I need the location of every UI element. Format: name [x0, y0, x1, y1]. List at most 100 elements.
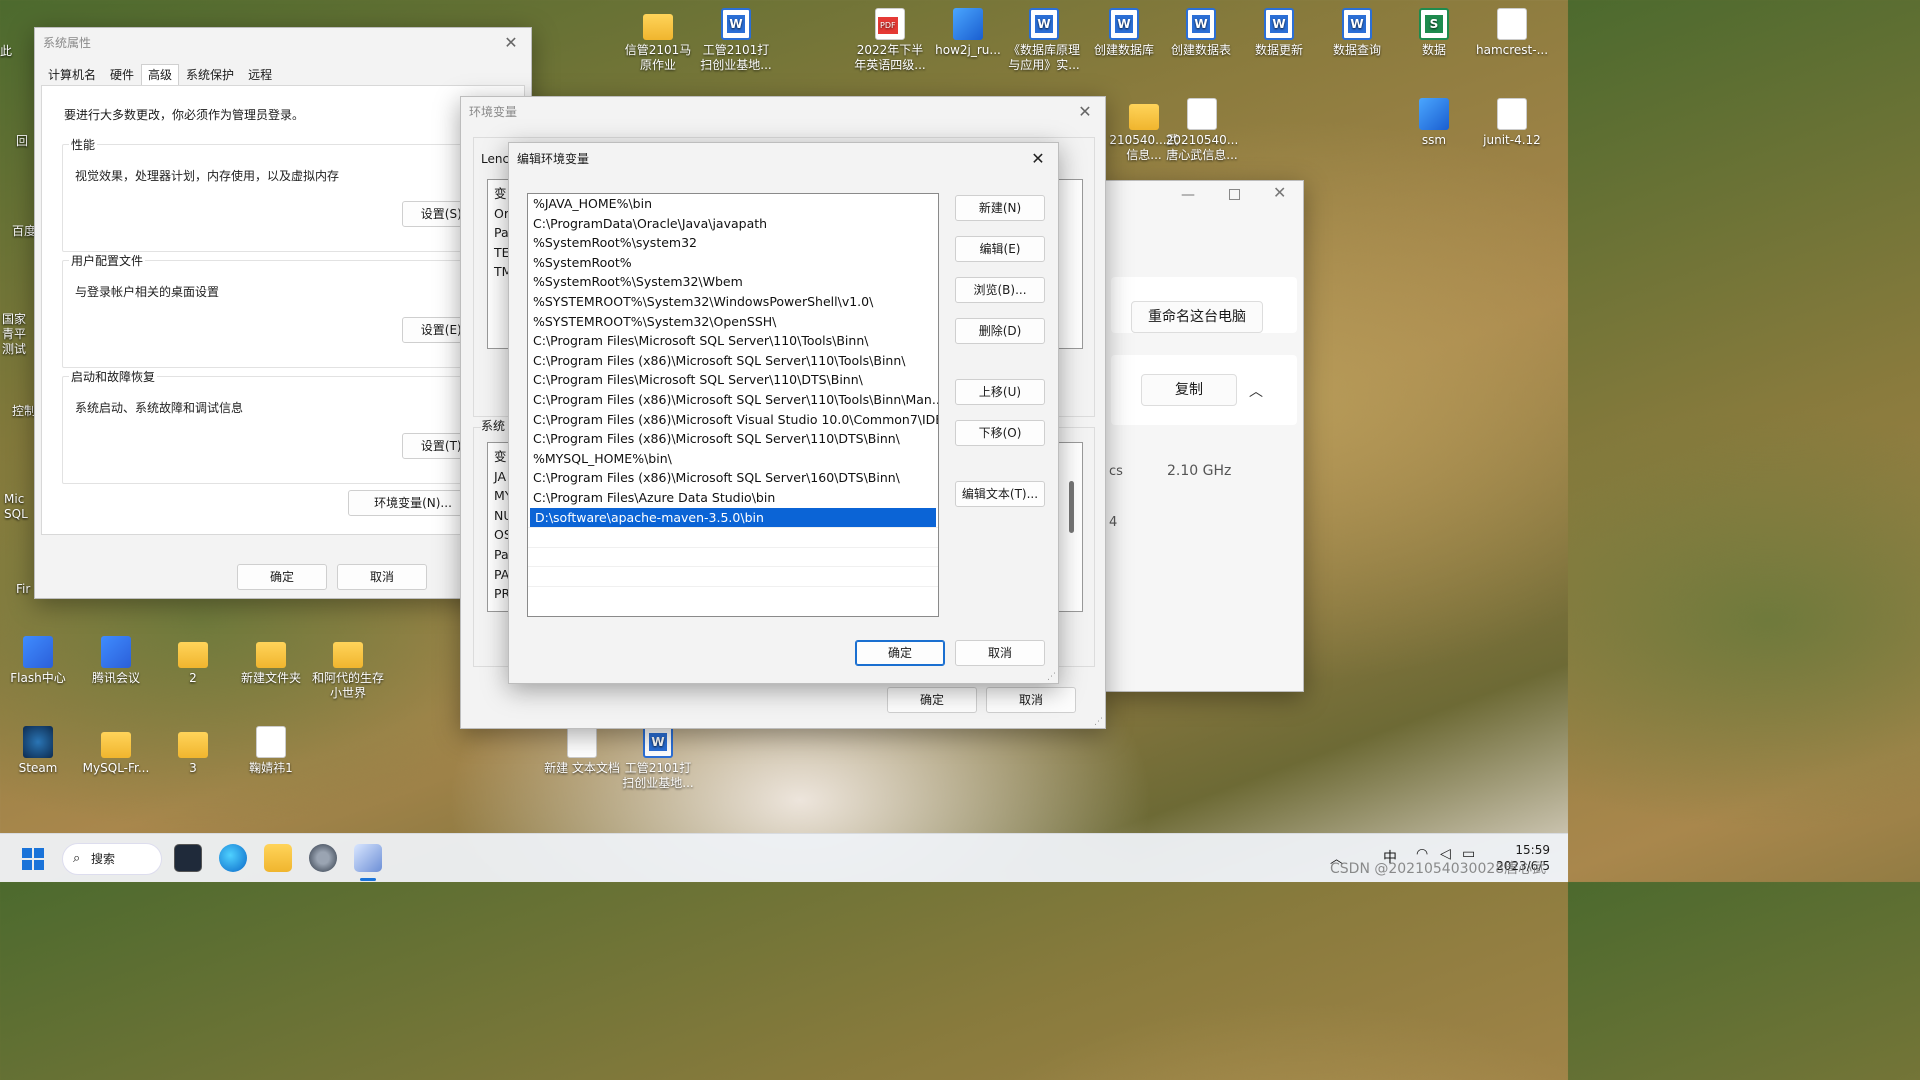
start-button[interactable]: [22, 848, 44, 870]
environment-variables-button[interactable]: 环境变量(N)...: [348, 490, 478, 516]
desktop-icon-label-partial[interactable]: Mic SQL: [4, 492, 34, 522]
minimize-icon[interactable]: —: [1181, 187, 1195, 203]
path-entry[interactable]: %MYSQL_HOME%\bin\: [528, 449, 938, 469]
desktop-icon-doc[interactable]: 数据更新: [1241, 8, 1317, 58]
path-entry[interactable]: C:\Program Files (x86)\Microsoft SQL Ser…: [528, 390, 938, 410]
desktop-icon-app[interactable]: how2j_ru...: [930, 8, 1006, 58]
title-bar[interactable]: 系统属性 ✕: [35, 28, 531, 58]
desktop-icon-doc[interactable]: 创建数据表: [1163, 8, 1239, 58]
path-entry[interactable]: C:\Program Files (x86)\Microsoft SQL Ser…: [528, 468, 938, 488]
desktop-icon-doc[interactable]: 创建数据库: [1086, 8, 1162, 58]
ok-button[interactable]: 确定: [855, 640, 945, 666]
word-doc-icon: [1264, 8, 1294, 40]
desktop-icon-text[interactable]: 新建 文本文档: [544, 726, 620, 776]
system-properties-app-icon[interactable]: [354, 844, 382, 872]
path-entries-list[interactable]: %JAVA_HOME%\bin C:\ProgramData\Oracle\Jav…: [527, 193, 939, 617]
desktop-icon-label-partial[interactable]: 百度: [12, 222, 36, 239]
desktop-icon-folder[interactable]: 信管2101马原作业: [620, 8, 696, 73]
ok-button[interactable]: 确定: [887, 687, 977, 713]
tab-remote[interactable]: 远程: [241, 64, 279, 86]
settings-gear-icon[interactable]: [309, 844, 337, 872]
delete-entry-button[interactable]: 删除(D): [955, 318, 1045, 344]
desktop-icon-file[interactable]: 20210540...唐心武信息...: [1164, 98, 1240, 163]
empty-row[interactable]: [528, 527, 938, 547]
tab-system-protection[interactable]: 系统保护: [179, 64, 241, 86]
path-entry[interactable]: C:\ProgramData\Oracle\Java\javapath: [528, 214, 938, 234]
flash-center-icon: [23, 636, 53, 668]
desktop-icon-pdf[interactable]: 2022年下半年英语四级...: [852, 8, 928, 73]
empty-row[interactable]: [528, 585, 938, 606]
tab-advanced[interactable]: 高级: [141, 64, 180, 86]
pdf-icon: [875, 8, 905, 40]
desktop-icon-label-partial[interactable]: 控制: [12, 402, 36, 419]
tab-computer-name[interactable]: 计算机名: [41, 64, 103, 86]
resize-grip-icon[interactable]: ⋰: [1047, 672, 1056, 682]
desktop-icon-doc[interactable]: 《数据库原理与应用》实...: [1006, 8, 1082, 73]
desktop-icon-meeting[interactable]: 腾讯会议: [78, 636, 154, 686]
desktop-icon-label-partial[interactable]: 国家青平测试: [2, 312, 34, 357]
close-icon[interactable]: ✕: [1273, 183, 1286, 202]
copy-button[interactable]: 复制: [1141, 374, 1237, 406]
terminal-app-icon[interactable]: [174, 844, 202, 872]
desktop-icon-app[interactable]: ssm: [1396, 98, 1472, 148]
path-entry[interactable]: C:\Program Files (x86)\Microsoft SQL Ser…: [528, 429, 938, 449]
cancel-button[interactable]: 取消: [986, 687, 1076, 713]
scrollbar-thumb[interactable]: [1069, 481, 1074, 533]
cancel-button[interactable]: 取消: [337, 564, 427, 590]
desktop-icon-flash[interactable]: Flash中心: [0, 636, 76, 686]
path-entry[interactable]: C:\Program Files (x86)\Microsoft Visual …: [528, 410, 938, 430]
desktop-icon-mysql[interactable]: MySQL-Fr...: [78, 726, 154, 776]
desktop-icon-doc[interactable]: 工管2101打扫创业基地...: [698, 8, 774, 73]
move-down-button[interactable]: 下移(O): [955, 420, 1045, 446]
desktop-icon-folder[interactable]: 2: [155, 636, 231, 686]
desktop-icon-file[interactable]: hamcrest-...: [1474, 8, 1550, 58]
path-entry[interactable]: %SystemRoot%\system32: [528, 233, 938, 253]
file-explorer-icon[interactable]: [264, 844, 292, 872]
mysql-shortcut-icon: [101, 732, 131, 758]
desktop-icon-folder[interactable]: 和阿代的生存小世界: [310, 636, 386, 701]
empty-row[interactable]: [528, 566, 938, 586]
close-icon[interactable]: ✕: [1028, 143, 1048, 175]
path-entry[interactable]: D:\software\apache-maven-3.5.0\bin: [530, 507, 936, 528]
desktop-icon-image[interactable]: 鞠婧祎1: [233, 726, 309, 776]
maximize-icon[interactable]: [1229, 189, 1240, 200]
empty-row[interactable]: [528, 546, 938, 567]
desktop-icon-doc[interactable]: 数据查询: [1319, 8, 1395, 58]
path-entry[interactable]: %SystemRoot%: [528, 253, 938, 273]
chevron-up-icon[interactable]: ︿: [1249, 381, 1263, 401]
title-bar[interactable]: 编辑环境变量 ✕: [509, 143, 1058, 175]
desktop-icon-sheet[interactable]: 数据: [1396, 8, 1472, 58]
desktop-icon-steam[interactable]: Steam: [0, 726, 76, 776]
desktop-icon-label-partial[interactable]: Fir: [16, 582, 30, 596]
desktop-icon-file[interactable]: junit-4.12: [1474, 98, 1550, 148]
path-entry[interactable]: C:\Program Files\Microsoft SQL Server\11…: [528, 370, 938, 390]
new-entry-button[interactable]: 新建(N): [955, 195, 1045, 221]
desktop-icon-folder[interactable]: 新建文件夹: [233, 636, 309, 686]
resize-grip-icon[interactable]: ⋰: [1094, 717, 1103, 727]
desktop-icon-folder[interactable]: 3: [155, 726, 231, 776]
taskbar-search[interactable]: ⌕ 搜索: [62, 843, 162, 875]
close-icon[interactable]: ✕: [1075, 97, 1095, 127]
close-icon[interactable]: ✕: [501, 28, 521, 58]
path-entry[interactable]: %SYSTEMROOT%\System32\OpenSSH\: [528, 312, 938, 332]
edge-browser-icon[interactable]: [219, 844, 247, 872]
title-bar[interactable]: 环境变量 ✕: [461, 97, 1105, 127]
rename-pc-button[interactable]: 重命名这台电脑: [1131, 301, 1263, 333]
path-entry[interactable]: %SYSTEMROOT%\System32\WindowsPowerShell\…: [528, 292, 938, 312]
move-up-button[interactable]: 上移(U): [955, 379, 1045, 405]
path-entry[interactable]: C:\Program Files (x86)\Microsoft SQL Ser…: [528, 351, 938, 371]
browse-button[interactable]: 浏览(B)...: [955, 277, 1045, 303]
ok-button[interactable]: 确定: [237, 564, 327, 590]
tab-hardware[interactable]: 硬件: [103, 64, 141, 86]
path-entry[interactable]: %JAVA_HOME%\bin: [528, 194, 938, 214]
path-entry[interactable]: C:\Program Files\Azure Data Studio\bin: [528, 488, 938, 508]
edit-entry-button[interactable]: 编辑(E): [955, 236, 1045, 262]
path-entry[interactable]: %SystemRoot%\System32\Wbem: [528, 272, 938, 292]
cancel-button[interactable]: 取消: [955, 640, 1045, 666]
desktop-icon-label-partial[interactable]: 回: [16, 132, 28, 149]
desktop-icon-doc[interactable]: 工管2101打扫创业基地...: [620, 726, 696, 791]
edit-text-button[interactable]: 编辑文本(T)...: [955, 481, 1045, 507]
desktop-icon-label-partial[interactable]: 此: [0, 42, 12, 59]
file-icon: [1497, 8, 1527, 40]
path-entry[interactable]: C:\Program Files\Microsoft SQL Server\11…: [528, 331, 938, 351]
